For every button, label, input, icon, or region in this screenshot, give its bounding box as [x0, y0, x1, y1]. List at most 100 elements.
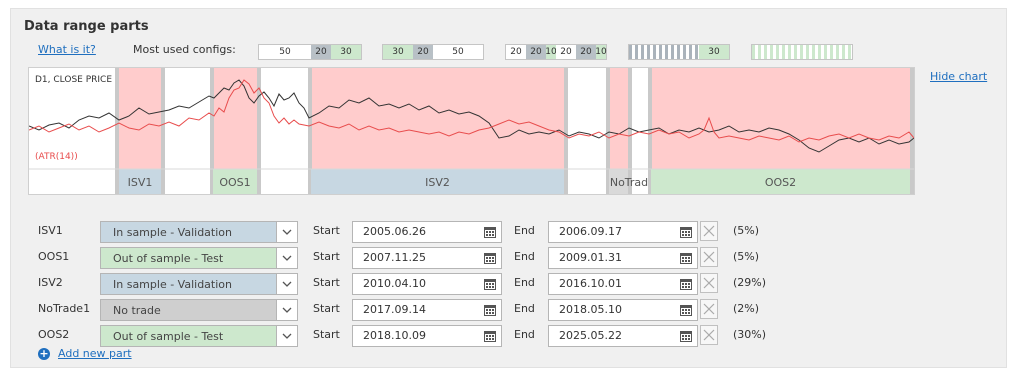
band-label-notrade: NoTrad [609, 175, 649, 189]
part-type-select[interactable]: No trade [100, 299, 298, 321]
calendar-icon[interactable] [482, 250, 498, 266]
remove-part-button[interactable] [700, 273, 718, 293]
part-name: ISV1 [38, 224, 63, 237]
close-icon [703, 329, 715, 341]
most-used-configs-label: Most used configs: [133, 43, 236, 56]
remove-part-button[interactable] [700, 247, 718, 267]
hide-chart-link[interactable]: Hide chart [930, 70, 987, 83]
part-type-select[interactable]: In sample - Validation [100, 273, 298, 295]
close-icon [703, 225, 715, 237]
config-segment-striped [629, 45, 699, 59]
calendar-icon[interactable] [678, 250, 694, 266]
config-segment: 20 [506, 45, 526, 59]
end-date-input[interactable]: 2025.05.22 [548, 325, 698, 347]
start-label: Start [313, 250, 340, 263]
config-segment: 50 [433, 45, 483, 59]
start-label: Start [313, 276, 340, 289]
add-new-part-button[interactable]: + Add new part [38, 347, 132, 360]
remove-part-button[interactable] [700, 299, 718, 319]
part-type-select[interactable]: Out of sample - Test [100, 325, 298, 347]
config-segment: 20 [556, 45, 576, 59]
start-date-input[interactable]: 2005.06.26 [352, 221, 502, 243]
part-row: NoTrade1 No trade Start 2017.09.14 End 2… [38, 299, 798, 321]
band-edge [257, 68, 261, 194]
band-edge [161, 68, 165, 194]
end-label: End [514, 224, 535, 237]
end-label: End [514, 276, 535, 289]
config-preset-5[interactable] [751, 44, 853, 60]
config-segment: 10 [545, 45, 557, 59]
chevron-down-icon[interactable] [276, 274, 297, 294]
band-oos2 [651, 68, 914, 169]
end-label: End [514, 328, 535, 341]
band-label-oos2: OOS2 [764, 175, 797, 189]
chart-series-label: D1, CLOSE PRICE [35, 75, 113, 85]
part-percentage: (5%) [733, 250, 760, 263]
band-edge [564, 68, 568, 194]
start-date-input[interactable]: 2018.10.09 [352, 325, 502, 347]
part-type-select[interactable]: In sample - Validation [100, 221, 298, 243]
part-name: NoTrade1 [38, 302, 91, 315]
part-percentage: (29%) [733, 276, 767, 289]
calendar-icon[interactable] [482, 224, 498, 240]
calendar-icon[interactable] [482, 328, 498, 344]
close-icon [703, 251, 715, 263]
end-date-input[interactable]: 2018.05.10 [548, 299, 698, 321]
part-percentage: (5%) [733, 224, 760, 237]
chevron-down-icon[interactable] [276, 248, 297, 268]
part-type-value: Out of sample - Test [113, 252, 224, 265]
config-segment: 30 [331, 45, 361, 59]
config-segment: 50 [259, 45, 311, 59]
calendar-icon[interactable] [678, 302, 694, 318]
start-date-input[interactable]: 2007.11.25 [352, 247, 502, 269]
chart-indicator-label: (ATR(14)) [35, 152, 78, 162]
config-preset-4[interactable]: 30 [628, 44, 730, 60]
end-date-input[interactable]: 2009.01.31 [548, 247, 698, 269]
part-type-value: In sample - Validation [113, 226, 232, 239]
what-is-it-link[interactable]: What is it? [38, 43, 96, 56]
chevron-down-icon[interactable] [276, 222, 297, 242]
band-label-oos1: OOS1 [219, 175, 251, 189]
remove-part-button[interactable] [700, 325, 718, 345]
chevron-down-icon[interactable] [276, 326, 297, 346]
start-label: Start [313, 328, 340, 341]
add-new-part-label[interactable]: Add new part [58, 347, 132, 360]
part-type-value: Out of sample - Test [113, 330, 224, 343]
start-date-input[interactable]: 2010.04.10 [352, 273, 502, 295]
part-row: OOS2 Out of sample - Test Start 2018.10.… [38, 325, 798, 347]
calendar-icon[interactable] [678, 328, 694, 344]
config-preset-1[interactable]: 50 20 30 [258, 44, 362, 60]
part-type-select[interactable]: Out of sample - Test [100, 247, 298, 269]
part-percentage: (30%) [733, 328, 767, 341]
start-date-input[interactable]: 2017.09.14 [352, 299, 502, 321]
plus-circle-icon: + [38, 346, 50, 360]
end-date-input[interactable]: 2016.10.01 [548, 273, 698, 295]
calendar-icon[interactable] [482, 276, 498, 292]
remove-part-button[interactable] [700, 221, 718, 241]
chevron-down-icon[interactable] [276, 300, 297, 320]
config-segment: 10 [595, 45, 607, 59]
part-row: ISV1 In sample - Validation Start 2005.0… [38, 221, 798, 243]
config-segment: 30 [699, 45, 729, 59]
close-icon [703, 303, 715, 315]
config-preset-3[interactable]: 20 20 10 20 20 10 [505, 44, 607, 60]
calendar-icon[interactable] [678, 276, 694, 292]
band-isv2 [311, 68, 567, 169]
end-label: End [514, 302, 535, 315]
section-title: Data range parts [24, 19, 149, 34]
part-row: OOS1 Out of sample - Test Start 2007.11.… [38, 247, 798, 269]
config-segment: 20 [526, 45, 546, 59]
band-oos1 [213, 68, 259, 169]
calendar-icon[interactable] [678, 224, 694, 240]
config-segment: 20 [311, 45, 331, 59]
part-row: ISV2 In sample - Validation Start 2010.0… [38, 273, 798, 295]
part-name: OOS2 [38, 328, 70, 341]
calendar-icon[interactable] [482, 302, 498, 318]
part-name: ISV2 [38, 276, 63, 289]
start-label: Start [313, 224, 340, 237]
config-segment: 20 [413, 45, 433, 59]
end-date-input[interactable]: 2006.09.17 [548, 221, 698, 243]
start-label: Start [313, 302, 340, 315]
config-preset-2[interactable]: 30 20 50 [382, 44, 484, 60]
part-percentage: (2%) [733, 302, 760, 315]
